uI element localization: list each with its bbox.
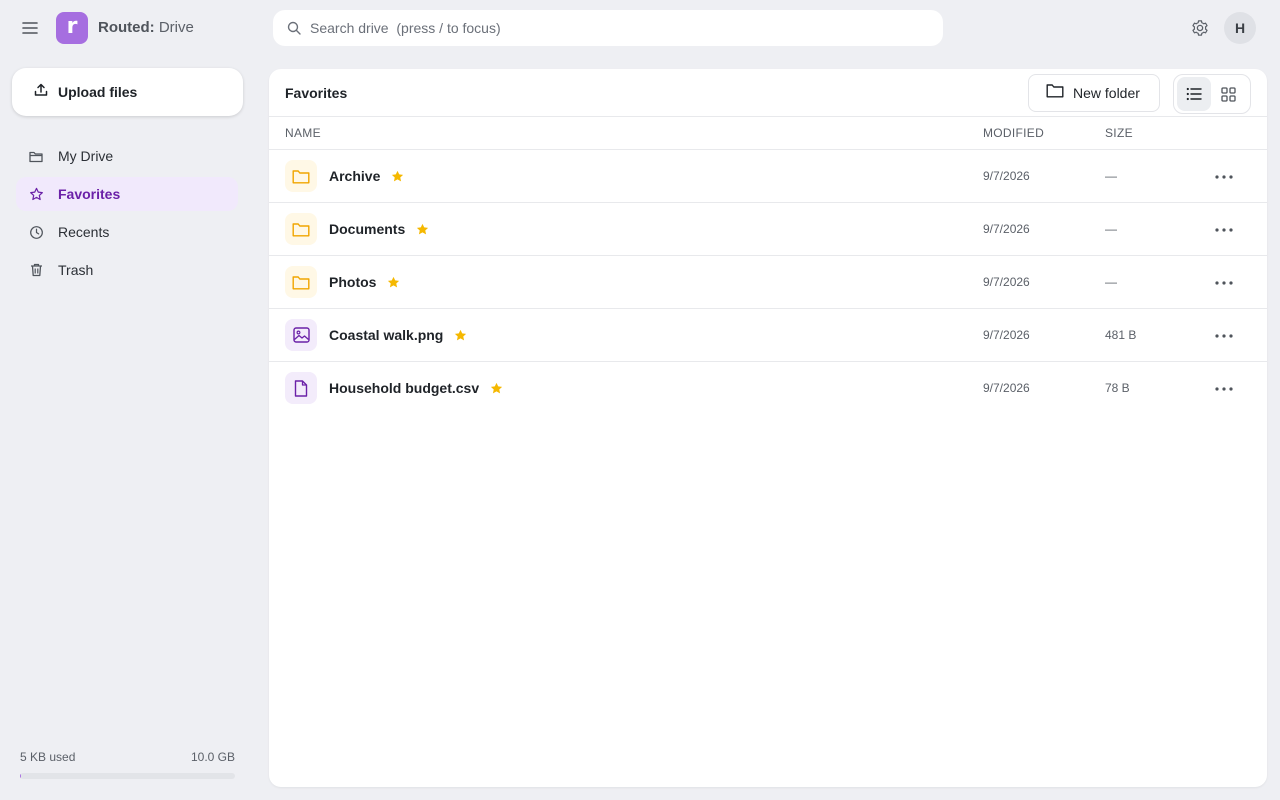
avatar[interactable]: H xyxy=(1224,12,1256,44)
table-row[interactable]: Household budget.csv 9/7/2026 78 B xyxy=(269,362,1267,415)
page-title: Favorites xyxy=(285,85,348,101)
table-row[interactable]: Archive 9/7/2026 — xyxy=(269,150,1267,203)
file-modified: 9/7/2026 xyxy=(983,169,1030,183)
file-name-text: Photos xyxy=(329,274,377,290)
folder-icon xyxy=(285,213,317,245)
storage-used: 5 KB used xyxy=(20,750,76,764)
search-input[interactable] xyxy=(310,20,910,36)
more-options-icon[interactable] xyxy=(1212,220,1236,240)
sidebar-item-label: Recents xyxy=(58,224,110,240)
table-row[interactable]: Documents 9/7/2026 — xyxy=(269,203,1267,256)
search-icon xyxy=(287,21,301,35)
star-filled-icon[interactable] xyxy=(391,170,404,183)
star-filled-icon[interactable] xyxy=(387,276,400,289)
star-icon xyxy=(28,186,44,202)
file-name[interactable]: Photos xyxy=(329,274,400,290)
top-bar: r Routed: Drive H xyxy=(0,0,1280,56)
sidebar-item-trash[interactable]: Trash xyxy=(16,253,238,287)
menu-icon[interactable] xyxy=(18,16,42,40)
file-list: Archive 9/7/2026 — Documents 9/7/2026 — xyxy=(269,150,1267,415)
file-name[interactable]: Documents xyxy=(329,221,429,237)
panel-header: Favorites New folder xyxy=(269,69,1267,117)
more-options-icon[interactable] xyxy=(1212,379,1236,399)
more-options-icon[interactable] xyxy=(1212,167,1236,187)
upload-files-label: Upload files xyxy=(58,84,138,100)
file-size: — xyxy=(1105,169,1117,183)
sidebar-item-label: Trash xyxy=(58,262,94,278)
search-bar[interactable] xyxy=(273,10,943,46)
trash-icon xyxy=(28,262,44,278)
folder-icon xyxy=(28,148,44,164)
image-file-icon xyxy=(285,319,317,351)
file-name[interactable]: Coastal walk.png xyxy=(329,327,467,343)
sidebar-item-label: Favorites xyxy=(58,186,121,202)
brand-product: Drive xyxy=(154,19,194,36)
new-folder-label: New folder xyxy=(1073,85,1140,101)
upload-icon xyxy=(34,83,48,102)
document-file-icon xyxy=(285,372,317,404)
column-name[interactable]: NAME xyxy=(285,126,321,140)
file-modified: 9/7/2026 xyxy=(983,328,1030,342)
file-size: — xyxy=(1105,275,1117,289)
file-size: 78 B xyxy=(1105,381,1130,395)
file-size: 481 B xyxy=(1105,328,1137,342)
file-name-text: Household budget.csv xyxy=(329,380,480,396)
new-folder-button[interactable]: New folder xyxy=(1028,74,1160,112)
file-panel: Favorites New folder NAME MODIFIED SIZE xyxy=(269,69,1267,787)
grid-view-icon[interactable] xyxy=(1211,77,1245,111)
brand-name: Routed: xyxy=(98,19,155,36)
folder-icon xyxy=(1046,83,1064,103)
file-modified: 9/7/2026 xyxy=(983,381,1030,395)
app-logo[interactable]: r xyxy=(56,12,88,44)
file-size: — xyxy=(1105,222,1117,236)
file-name[interactable]: Household budget.csv xyxy=(329,380,503,396)
file-name-text: Archive xyxy=(329,168,381,184)
storage-total: 10.0 GB xyxy=(190,750,235,764)
clock-icon xyxy=(28,224,44,240)
star-filled-icon[interactable] xyxy=(490,382,503,395)
drive-app: r Routed: Drive H Upload files My Drive xyxy=(0,0,1280,800)
file-modified: 9/7/2026 xyxy=(983,275,1030,289)
file-name[interactable]: Archive xyxy=(329,168,404,184)
storage-bar xyxy=(20,773,235,779)
list-view-icon[interactable] xyxy=(1177,77,1211,111)
column-size[interactable]: SIZE xyxy=(1105,126,1133,140)
table-row[interactable]: Photos 9/7/2026 — xyxy=(269,256,1267,309)
table-row[interactable]: Coastal walk.png 9/7/2026 481 B xyxy=(269,309,1267,362)
file-name-text: Coastal walk.png xyxy=(329,327,444,343)
folder-icon xyxy=(285,266,317,298)
sidebar-item-recents[interactable]: Recents xyxy=(16,215,238,249)
sidebar-item-favorites[interactable]: Favorites xyxy=(16,177,238,211)
star-filled-icon[interactable] xyxy=(454,329,467,342)
column-modified[interactable]: MODIFIED xyxy=(983,126,1044,140)
table-header: NAME MODIFIED SIZE xyxy=(269,117,1267,150)
gear-icon[interactable] xyxy=(1190,18,1210,38)
more-options-icon[interactable] xyxy=(1212,326,1236,346)
sidebar-item-label: My Drive xyxy=(58,148,114,164)
sidebar-nav: My Drive Favorites Recents Trash xyxy=(16,139,238,291)
file-name-text: Documents xyxy=(329,221,406,237)
more-options-icon[interactable] xyxy=(1212,273,1236,293)
logo-letter: r xyxy=(66,14,78,39)
upload-files-button[interactable]: Upload files xyxy=(12,68,243,116)
star-filled-icon[interactable] xyxy=(416,223,429,236)
folder-icon xyxy=(285,160,317,192)
view-toggle xyxy=(1173,74,1251,114)
app-title: Routed: Drive xyxy=(98,19,194,36)
file-modified: 9/7/2026 xyxy=(983,222,1030,236)
sidebar-item-my-drive[interactable]: My Drive xyxy=(16,139,238,173)
